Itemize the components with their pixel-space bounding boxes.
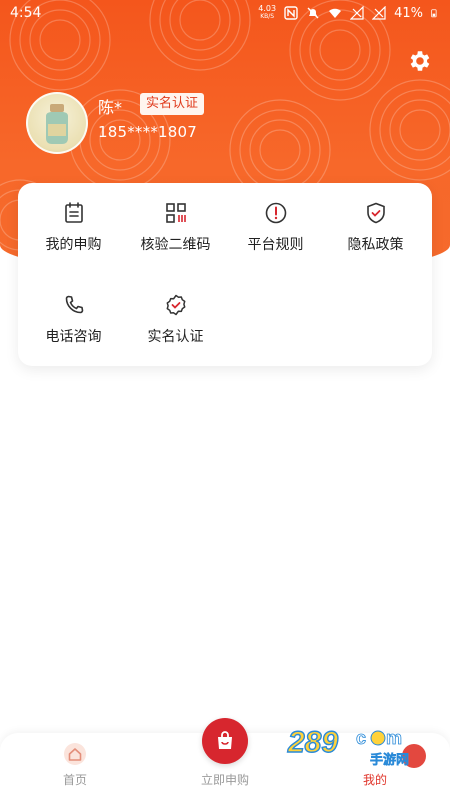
menu-item-phone-consult[interactable]: 电话咨询 — [22, 275, 125, 355]
signal-off-icon-2 — [372, 6, 386, 20]
site-watermark-logo: 289 c m 手游网 — [286, 725, 426, 768]
calendar-icon — [64, 202, 83, 223]
menu-item-qr-verify[interactable]: 核验二维码 — [124, 183, 227, 263]
tab-mine-label: 我的 — [362, 773, 387, 787]
buy-now-button[interactable] — [202, 718, 248, 764]
battery-percent: 41% — [394, 5, 423, 21]
menu-card: 我的申购 核验二维码 平台规则 隐私政策 电话咨询 实名认证 — [18, 183, 432, 366]
gear-icon[interactable] — [406, 48, 432, 74]
home-icon — [64, 743, 86, 765]
verified-badge: 实名认证 — [140, 93, 205, 115]
status-bar: 4:54 4.03 KB/S 41% — [0, 0, 450, 26]
menu-item-privacy-policy[interactable]: 隐私政策 — [324, 183, 427, 263]
phone-icon — [65, 295, 83, 314]
nfc-icon — [284, 6, 298, 20]
avatar[interactable] — [26, 92, 88, 154]
shield-check-icon — [366, 202, 385, 224]
qr-code-icon — [165, 203, 186, 223]
status-time: 4:54 — [10, 5, 42, 21]
svg-text:m: m — [386, 728, 402, 748]
mute-bell-icon — [307, 7, 319, 19]
menu-item-label: 核验二维码 — [140, 237, 211, 253]
user-phone: 185****1807 — [98, 123, 198, 141]
verified-badge-icon — [166, 294, 185, 316]
menu-item-platform-rules[interactable]: 平台规则 — [224, 183, 327, 263]
tab-home[interactable]: 首页 — [0, 733, 150, 800]
battery-icon — [431, 9, 437, 18]
svg-text:c: c — [356, 728, 366, 748]
menu-item-label: 我的申购 — [45, 237, 102, 253]
net-speed: 4.03 KB/S — [258, 5, 276, 21]
menu-item-label: 实名认证 — [147, 329, 204, 345]
watermark-suffix: 手游网 — [370, 752, 409, 768]
tab-home-label: 首页 — [62, 773, 87, 787]
menu-item-real-name-verify[interactable]: 实名认证 — [124, 275, 227, 355]
status-icons: 4.03 KB/S 41% — [258, 5, 440, 21]
exclamation-circle-icon — [265, 202, 286, 224]
user-name: 陈* — [98, 98, 123, 117]
net-speed-value: 4.03 — [258, 4, 277, 13]
watermark-number: 289 — [287, 726, 338, 759]
shopping-bag-icon — [218, 731, 232, 749]
menu-item-label: 隐私政策 — [347, 237, 404, 253]
menu-item-label: 平台规则 — [247, 237, 304, 253]
wifi-icon — [329, 8, 342, 18]
tab-buy-label: 立即申购 — [200, 773, 249, 787]
signal-off-icon — [350, 6, 364, 20]
menu-item-label: 电话咨询 — [45, 329, 102, 345]
net-speed-unit: KB/S — [260, 13, 275, 20]
menu-item-my-purchases[interactable]: 我的申购 — [22, 183, 125, 263]
